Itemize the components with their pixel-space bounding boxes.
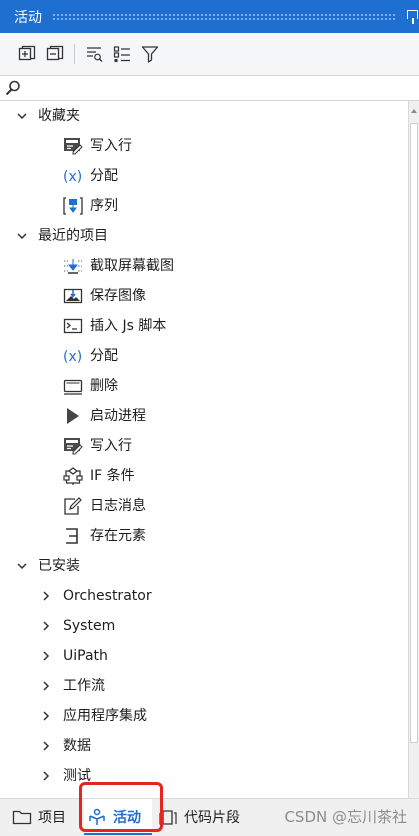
tree-item-label: 写入行 [90,138,132,154]
assign-icon: (x) [63,349,82,365]
chevron-right-icon[interactable] [40,770,52,782]
tree-subgroup-label: UiPath [63,648,108,664]
save-image-icon [63,288,83,304]
write-line-icon [64,138,83,155]
chevron-down-icon[interactable] [16,560,28,572]
pin-icon[interactable] [405,0,419,33]
toolbar-separator [74,44,75,64]
tree-item[interactable]: 保存图像 [0,281,408,311]
tree-group-recent[interactable]: 最近的项目 [0,221,408,251]
tree-item[interactable]: 写入行 [0,131,408,161]
chevron-right-icon[interactable] [40,650,52,662]
tree-group-label: 收藏夹 [38,108,80,124]
search-icon [0,76,26,100]
tree-subgroup[interactable]: System [0,611,408,641]
tree-item[interactable]: 序列 [0,191,408,221]
tab-activities[interactable]: 活动 [84,799,152,835]
vertical-scrollbar[interactable] [408,101,419,798]
scroll-up-arrow-icon[interactable] [411,109,417,113]
tree-item-label: 分配 [90,348,118,364]
tree-item[interactable]: 删除 [0,371,408,401]
tree-subgroup[interactable]: 数据 [0,731,408,761]
tree-item-label: 删除 [90,378,118,394]
panel-titlebar: 活动 [0,0,419,33]
tree-group-label: 已安装 [38,558,80,574]
tab-snippets[interactable]: 代码片段 [158,799,254,835]
tree-item-label: 分配 [90,168,118,184]
chevron-down-icon[interactable] [16,230,28,242]
tree-item[interactable]: 截取屏幕截图 [0,251,408,281]
scrollbar-thumb[interactable] [410,123,418,743]
tree-subgroup-label: System [63,618,116,634]
tab-project[interactable]: 项目 [12,799,78,835]
tree-item-label: 日志消息 [90,498,146,514]
tree-item[interactable]: 写入行 [0,431,408,461]
tab-label: 项目 [38,810,66,826]
chevron-down-icon[interactable] [16,110,28,122]
activities-tree: 收藏夹 写入行 (x) 分配 序列 最近的项目 截取屏幕截图 保存图像 插入 J… [0,101,408,798]
tab-label: 代码片段 [184,810,240,826]
sequence-icon [63,197,83,215]
sort-icon[interactable] [83,43,105,65]
tree-subgroup[interactable]: Orchestrator [0,581,408,611]
tree-item-label: 序列 [90,198,118,214]
folder-icon [12,810,32,825]
tree-group-label: 最近的项目 [38,228,108,244]
tree-item[interactable]: (x) 分配 [0,341,408,371]
tree-subgroup[interactable]: 应用程序集成 [0,701,408,731]
write-line-icon [64,438,83,455]
chevron-right-icon[interactable] [40,710,52,722]
tree-item[interactable]: 存在元素 [0,521,408,551]
tree-group-installed[interactable]: 已安装 [0,551,408,581]
tree-item-label: 启动进程 [90,408,146,424]
panel-title: 活动 [14,9,42,26]
start-process-icon [67,408,79,424]
tab-label: 活动 [113,810,141,826]
log-message-icon [64,497,82,515]
tree-subgroup[interactable]: UiPath [0,641,408,671]
tree-item-label: 保存图像 [90,288,146,304]
if-icon [63,467,83,485]
assign-icon: (x) [63,169,82,185]
search-bar [0,75,419,101]
expand-all-icon[interactable] [16,43,38,65]
tree-subgroup-label: 数据 [63,738,91,754]
tree-item[interactable]: IF 条件 [0,461,408,491]
activities-icon [89,808,105,825]
tree-item-label: 截取屏幕截图 [90,258,174,274]
tree-subgroup-label: 应用程序集成 [63,708,147,724]
chevron-right-icon[interactable] [40,680,52,692]
tree-group-favorites[interactable]: 收藏夹 [0,101,408,131]
tree-subgroup-label: 测试 [63,768,91,784]
screenshot-icon [64,259,82,274]
tree-subgroup-label: Orchestrator [63,588,152,604]
svg-text:(x): (x) [63,349,82,365]
chevron-right-icon[interactable] [40,620,52,632]
tree-item[interactable]: 日志消息 [0,491,408,521]
chevron-right-icon[interactable] [40,740,52,752]
search-input[interactable] [26,76,419,100]
tree-item-label: 存在元素 [90,528,146,544]
delete-icon [63,379,83,395]
element-exists-icon [66,528,78,544]
tree-subgroup[interactable]: 工作流 [0,671,408,701]
tree-subgroup-label: 工作流 [63,678,105,694]
drag-grip[interactable] [52,12,397,21]
tree-item[interactable]: (x) 分配 [0,161,408,191]
snippets-icon [159,810,177,825]
collapse-all-icon[interactable] [44,43,66,65]
tree-item-label: 写入行 [90,438,132,454]
list-view-icon[interactable] [111,43,133,65]
chevron-right-icon[interactable] [40,590,52,602]
tree-item-label: 插入 Js 脚本 [90,318,167,334]
svg-text:(x): (x) [63,169,82,185]
js-script-icon [63,318,83,334]
tree-item-label: IF 条件 [90,468,135,484]
tree-item[interactable]: 插入 Js 脚本 [0,311,408,341]
toolbar [0,33,419,75]
filter-icon[interactable] [139,43,161,65]
tree-subgroup[interactable]: 测试 [0,761,408,791]
watermark: CSDN @忘川茶社 [284,808,407,826]
tree-item[interactable]: 启动进程 [0,401,408,431]
